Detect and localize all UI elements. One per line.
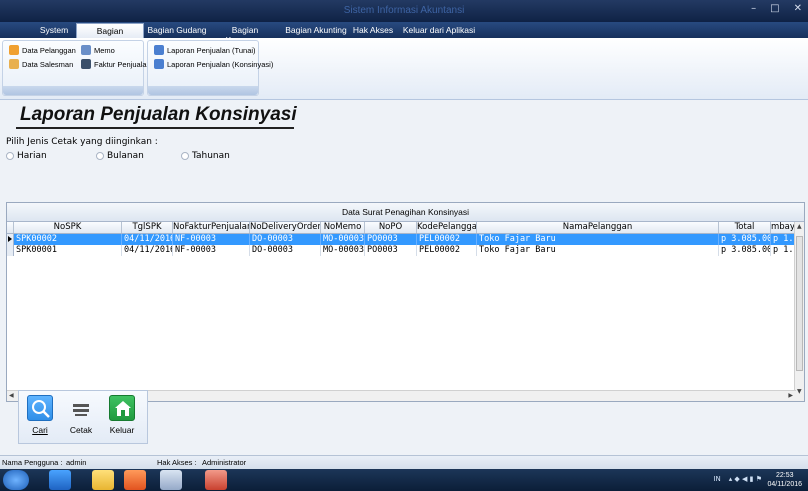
table-row[interactable]: SPK00002 04/11/2016 NF-00003 DO-00003 MO… — [14, 234, 796, 245]
menu-bar: System Bagian Penjualan Bagian Gudang Ba… — [0, 22, 808, 46]
column-header[interactable]: NoDeliveryOrder — [250, 222, 321, 233]
print-type-prompt: Pilih Jenis Cetak yang diinginkan : — [6, 137, 158, 147]
tab-system[interactable]: System — [34, 23, 74, 38]
tab-bagian-penjualan[interactable]: Bagian Penjualan — [76, 23, 144, 46]
data-pelanggan-button[interactable]: Data Pelanggan — [9, 45, 76, 55]
column-header[interactable]: TglSPK — [122, 222, 173, 233]
main-content: Laporan Penjualan Konsinyasi Pilih Jenis… — [0, 100, 808, 455]
keluar-button[interactable]: Keluar — [107, 395, 137, 435]
column-header[interactable]: mbayar — [771, 222, 796, 233]
column-header[interactable]: Total — [719, 222, 771, 233]
title-underline — [16, 127, 294, 129]
faktur-penjualan-button[interactable]: Faktur Penjualan — [81, 59, 151, 69]
language-indicator[interactable]: IN — [713, 475, 720, 483]
page-title: Laporan Penjualan Konsinyasi — [20, 104, 297, 125]
row-indicator[interactable] — [7, 245, 14, 256]
clock[interactable]: 22:53 04/11/2016 — [767, 471, 802, 489]
column-header[interactable]: NoPO — [365, 222, 417, 233]
row-indicator[interactable] — [7, 234, 14, 245]
memo-button[interactable]: Memo — [81, 45, 115, 55]
scroll-left-icon[interactable]: ◀ — [9, 392, 14, 399]
radio-bulanan[interactable]: Bulanan — [96, 151, 144, 161]
tab-bagian-keuangan[interactable]: Bagian Keuangan — [212, 23, 278, 45]
status-bar: Nama Pengguna : admin Hak Akses : Admini… — [0, 455, 808, 469]
minimize-button[interactable]: – — [751, 3, 756, 14]
home-icon — [109, 395, 135, 421]
scroll-right-icon[interactable]: ▶ — [788, 392, 793, 399]
salesman-icon — [9, 59, 19, 69]
memo-icon — [81, 45, 91, 55]
current-row-arrow-icon — [8, 236, 12, 242]
cetak-button[interactable]: Cetak — [66, 395, 96, 435]
data-grid[interactable]: Data Surat Penagihan Konsinyasi NoSPK Tg… — [6, 202, 805, 402]
radio-circle — [96, 152, 104, 160]
tray-icons[interactable]: ▴ ◆ ◀ ▮ ⚑ — [729, 475, 762, 483]
vertical-scrollbar[interactable]: ▲ ▼ — [794, 222, 804, 401]
user-value: admin — [66, 458, 87, 467]
cari-button[interactable]: Cari — [25, 395, 55, 435]
invoice-icon — [81, 59, 91, 69]
action-panel: Cari Cetak Keluar — [18, 390, 148, 444]
maximize-button[interactable]: □ — [770, 3, 779, 14]
paint-icon[interactable] — [160, 470, 182, 490]
table-row[interactable]: SPK00001 04/11/2016 NF-00003 DO-00003 MO… — [14, 245, 796, 256]
tab-bagian-gudang[interactable]: Bagian Gudang — [147, 23, 207, 38]
radio-harian[interactable]: Harian — [6, 151, 47, 161]
app-icon[interactable] — [205, 470, 227, 490]
vertical-scroll-thumb[interactable] — [796, 236, 803, 371]
tab-keluar-dari-aplikasi[interactable]: Keluar dari Aplikasi — [400, 23, 478, 38]
access-label: Hak Akses : — [157, 458, 197, 467]
printer-icon — [68, 395, 94, 421]
radio-tahunan[interactable]: Tahunan — [181, 151, 230, 161]
laporan-konsinyasi-button[interactable]: Laporan Penjualan (Konsinyasi) — [154, 59, 273, 69]
scroll-down-icon[interactable]: ▼ — [797, 388, 802, 395]
column-header[interactable]: NoMemo — [321, 222, 365, 233]
customers-icon — [9, 45, 19, 55]
column-header[interactable]: KodePelanggan — [417, 222, 477, 233]
column-header[interactable]: NamaPelanggan — [477, 222, 719, 233]
system-tray: IN ▴ ◆ ◀ ▮ ⚑ — [713, 475, 762, 483]
ribbon: Data Pelanggan Data Salesman Memo Faktur… — [0, 38, 808, 100]
radio-circle — [181, 152, 189, 160]
ribbon-group-data: Data Pelanggan Data Salesman Memo Faktur… — [2, 40, 151, 96]
tab-bagian-akunting[interactable]: Bagian Akunting — [285, 23, 347, 38]
access-value: Administrator — [202, 458, 247, 467]
report-icon — [154, 45, 164, 55]
grid-caption: Data Surat Penagihan Konsinyasi — [7, 203, 804, 222]
scroll-up-icon[interactable]: ▲ — [797, 223, 802, 230]
column-header[interactable]: NoSPK — [14, 222, 122, 233]
data-salesman-button[interactable]: Data Salesman — [9, 59, 73, 69]
grid-header: NoSPK TglSPK NoFakturPenjualan NoDeliver… — [7, 222, 796, 234]
ribbon-group-laporan: Laporan Penjualan (Tunai) Laporan Penjua… — [147, 40, 273, 96]
column-header[interactable]: NoFakturPenjualan — [173, 222, 250, 233]
taskbar: IN ▴ ◆ ◀ ▮ ⚑ 22:53 04/11/2016 — [0, 469, 808, 491]
laporan-tunai-button[interactable]: Laporan Penjualan (Tunai) — [154, 45, 256, 55]
folder-icon[interactable] — [92, 470, 114, 490]
window-title: Sistem Informasi Akuntansi — [343, 5, 465, 16]
radio-circle — [6, 152, 14, 160]
browser-icon[interactable] — [49, 470, 71, 490]
search-icon — [27, 395, 53, 421]
window-controls: – □ ✕ — [751, 3, 802, 14]
start-button[interactable] — [3, 470, 29, 490]
title-bar: Sistem Informasi Akuntansi – □ ✕ — [0, 0, 808, 22]
report-icon — [154, 59, 164, 69]
user-label: Nama Pengguna : — [2, 458, 63, 467]
tab-hak-akses[interactable]: Hak Akses — [352, 23, 394, 38]
media-player-icon[interactable] — [124, 470, 146, 490]
close-button[interactable]: ✕ — [794, 3, 802, 14]
